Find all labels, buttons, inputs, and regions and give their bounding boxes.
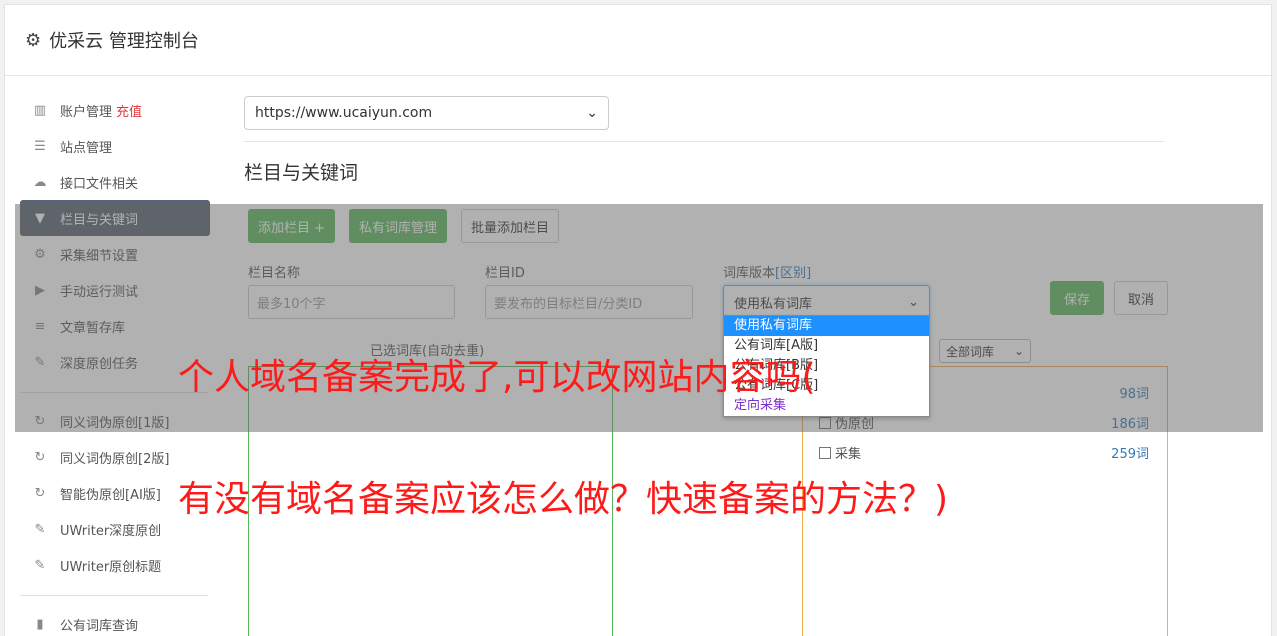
sidebar-item-label: 账户管理 xyxy=(60,104,113,120)
bar-chart-icon: ▥ xyxy=(33,102,47,118)
lib-count: 186词 xyxy=(1111,417,1149,432)
column-id-field: 栏目ID 要发布的目标栏目/分类ID xyxy=(485,262,693,319)
save-button[interactable]: 保存 xyxy=(1050,281,1104,315)
lib-name: 采集 xyxy=(835,447,862,462)
cancel-button[interactable]: 取消 xyxy=(1114,281,1168,315)
sidebar-item-label: 站点管理 xyxy=(60,140,113,156)
refresh-icon: ↻ xyxy=(34,413,46,429)
sidebar-item-label: 同义词伪原创[1版] xyxy=(60,415,170,431)
sidebar-item-label: 同义词伪原创[2版] xyxy=(60,451,170,467)
column-id-label: 栏目ID xyxy=(485,266,525,281)
site-select-value: https://www.ucaiyun.com xyxy=(255,105,433,121)
refresh-icon: ↻ xyxy=(34,485,46,501)
lib-version-field: 词库版本[区别] 使用私有词库 ⌄ xyxy=(723,262,930,319)
column-name-label: 栏目名称 xyxy=(248,266,301,281)
book-icon: ▮ xyxy=(36,616,44,632)
cogs-icon: ⚙ xyxy=(34,246,46,262)
lib-row[interactable]: 采集 259词 xyxy=(819,443,1149,462)
sidebar-item-label: 采集细节设置 xyxy=(60,248,139,264)
sidebar-item-label: 公有词库查询 xyxy=(60,618,139,634)
sidebar-item-interface[interactable]: ☁ 接口文件相关 xyxy=(20,164,210,200)
add-column-button[interactable]: 添加栏目 + xyxy=(248,209,336,243)
sidebar-item-label: 深度原创任务 xyxy=(60,356,139,372)
private-lib-button[interactable]: 私有词库管理 xyxy=(349,209,448,243)
recharge-link[interactable]: 充值 xyxy=(116,101,142,120)
lib-checkbox[interactable] xyxy=(819,417,831,429)
lib-count: 259词 xyxy=(1111,447,1149,462)
server-icon: ☰ xyxy=(34,138,46,154)
sidebar-item-label: 接口文件相关 xyxy=(60,176,139,192)
sidebar-item-sites[interactable]: ☰ 站点管理 xyxy=(20,128,210,164)
chevron-down-icon: ⌄ xyxy=(1013,344,1024,358)
sidebar-item-synonym-v1[interactable]: ↻ 同义词伪原创[1版] xyxy=(20,403,210,439)
section-divider xyxy=(244,141,1164,142)
play-circle-icon: ▶ xyxy=(35,282,45,298)
chevron-down-icon: ⌄ xyxy=(908,294,919,310)
batch-add-button[interactable]: 批量添加栏目 xyxy=(461,209,560,243)
sidebar-divider xyxy=(20,595,208,596)
filter-icon: ▼ xyxy=(35,210,45,226)
lib-name: 伪原创 xyxy=(835,417,875,432)
difference-link[interactable]: [区别] xyxy=(775,266,811,281)
lib-label: 采集 xyxy=(819,443,861,462)
sidebar-item-label: 手动运行测试 xyxy=(60,284,139,300)
sidebar-item-label: 栏目与关键词 xyxy=(60,212,139,228)
caption-line-1: 个人域名备案完成了,可以改网站内容吗( xyxy=(178,357,816,398)
cloud-upload-icon: ☁ xyxy=(33,174,47,190)
column-id-input[interactable]: 要发布的目标栏目/分类ID xyxy=(485,285,693,319)
edit-icon: ✎ xyxy=(34,557,46,573)
toolbar: 添加栏目 + 私有词库管理 批量添加栏目 xyxy=(248,209,560,243)
lib-version-label: 词库版本[区别] xyxy=(723,262,930,281)
refresh-icon: ↻ xyxy=(34,449,46,465)
edit-icon: ✎ xyxy=(34,354,46,370)
lib-checkbox[interactable] xyxy=(819,447,831,459)
sidebar-item-columns[interactable]: ▼ 栏目与关键词 xyxy=(20,200,210,236)
chevron-down-icon: ⌄ xyxy=(586,105,598,121)
sidebar-item-label: 智能伪原创[AI版] xyxy=(60,487,161,503)
lib-filter-select[interactable]: 全部词库 ⌄ xyxy=(939,339,1031,363)
lib-count: 98词 xyxy=(1119,387,1149,402)
caption-line-2: 有没有域名备案应该怎么做？快速备案的方法？) xyxy=(178,479,949,520)
site-select[interactable]: https://www.ucaiyun.com ⌄ xyxy=(244,96,609,130)
lib-version-select[interactable]: 使用私有词库 ⌄ xyxy=(723,285,930,319)
gear-icon: ⚙ xyxy=(25,29,42,51)
sidebar-item-label: UWriter深度原创 xyxy=(60,523,162,539)
lib-version-value: 使用私有词库 xyxy=(734,296,813,312)
sidebar-item-article-store[interactable]: ≡ 文章暂存库 xyxy=(20,308,210,344)
sidebar-item-label: 文章暂存库 xyxy=(60,320,126,336)
section-title: 栏目与关键词 xyxy=(244,162,359,184)
lib-version-label-text: 词库版本 xyxy=(723,266,776,281)
lib-filter-value: 全部词库 xyxy=(946,344,995,359)
dropdown-option[interactable]: 使用私有词库 xyxy=(724,316,929,336)
page-title: 优采云 管理控制台 xyxy=(49,31,199,52)
sidebar-item-label: UWriter原创标题 xyxy=(60,559,162,575)
sidebar-item-manual-run[interactable]: ▶ 手动运行测试 xyxy=(20,272,210,308)
sidebar-item-uwriter-title[interactable]: ✎ UWriter原创标题 xyxy=(20,547,210,583)
column-name-input[interactable]: 最多10个字 xyxy=(248,285,455,319)
sidebar-item-account[interactable]: ▥ 账户管理 充值 xyxy=(20,92,210,128)
sidebar-item-public-lib[interactable]: ▮ 公有词库查询 xyxy=(20,606,210,636)
main-content: https://www.ucaiyun.com ⌄ 栏目与关键词 添加栏目 + … xyxy=(244,96,1168,636)
header: ⚙ 优采云 管理控制台 xyxy=(5,5,1271,76)
database-icon: ≡ xyxy=(34,318,46,334)
column-name-field: 栏目名称 最多10个字 xyxy=(248,262,455,319)
edit-icon: ✎ xyxy=(34,521,46,537)
sidebar-item-collect-settings[interactable]: ⚙ 采集细节设置 xyxy=(20,236,210,272)
